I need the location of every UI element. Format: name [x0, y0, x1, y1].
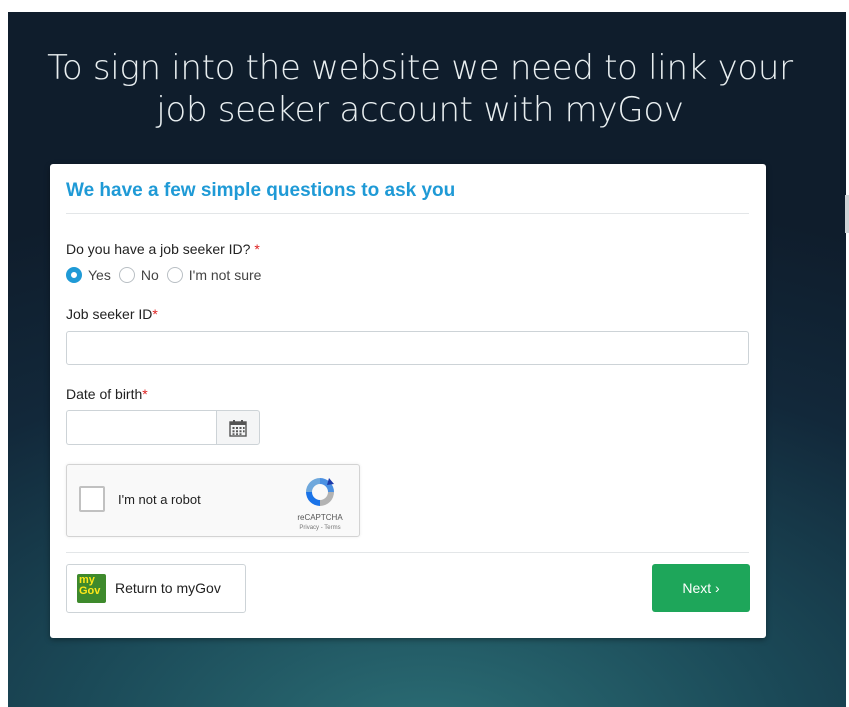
recaptcha-terms-link[interactable]: Privacy - Terms	[285, 525, 355, 531]
recaptcha-checkbox[interactable]	[79, 486, 105, 512]
required-mark: *	[142, 386, 148, 402]
radio-yes-label: Yes	[88, 267, 111, 283]
radio-yes[interactable]: Yes	[66, 267, 111, 283]
radio-not-sure[interactable]: I'm not sure	[166, 267, 262, 283]
calendar-icon	[229, 419, 247, 437]
radio-no-label: No	[140, 267, 159, 283]
next-button[interactable]: Next ›	[652, 564, 750, 612]
recaptcha-widget: I'm not a robot reCAPTCHA Privacy - Term…	[66, 464, 360, 537]
return-to-mygov-button[interactable]: my Gov Return to myGov	[66, 564, 246, 613]
card-title: We have a few simple questions to ask yo…	[66, 180, 456, 201]
radio-yes-dot[interactable]	[66, 267, 82, 283]
question-text: Do you have a job seeker ID?	[66, 241, 251, 257]
required-mark: *	[254, 241, 260, 257]
dob-input[interactable]	[66, 410, 216, 445]
edge-marker	[845, 195, 849, 233]
return-to-mygov-label: Return to myGov	[115, 580, 221, 596]
dob-label-text: Date of birth	[66, 386, 143, 402]
required-mark: *	[152, 306, 158, 322]
calendar-button[interactable]	[216, 410, 260, 445]
mygov-logo: my Gov	[77, 574, 106, 603]
jobseeker-question-label: Do you have a job seeker ID? *	[66, 241, 260, 257]
radio-not-sure-dot[interactable]	[166, 267, 183, 283]
mygov-logo-gov: Gov	[79, 585, 101, 597]
radio-no-dot[interactable]	[118, 267, 135, 283]
dob-label: Date of birth*	[66, 386, 148, 402]
jobseeker-id-input[interactable]	[66, 331, 749, 365]
title-divider	[66, 213, 749, 214]
link-account-card: We have a few simple questions to ask yo…	[50, 164, 766, 638]
headline-line-1: To sign into the website we need to link…	[47, 48, 793, 88]
jobseeker-radio-group: Yes No I'm not sure	[66, 264, 269, 286]
recaptcha-brand: reCAPTCHA	[297, 513, 343, 522]
radio-no[interactable]: No	[118, 267, 159, 283]
footer-divider	[66, 552, 749, 553]
recaptcha-label: I'm not a robot	[118, 492, 201, 507]
recaptcha-logo-icon	[306, 478, 334, 506]
radio-not-sure-label: I'm not sure	[188, 267, 262, 283]
jobseeker-id-label-text: Job seeker ID	[66, 306, 153, 322]
page-headline: To sign into the website we need to link…	[40, 47, 800, 131]
jobseeker-id-label: Job seeker ID*	[66, 306, 158, 322]
headline-line-2: job seeker account with myGov	[156, 90, 684, 130]
